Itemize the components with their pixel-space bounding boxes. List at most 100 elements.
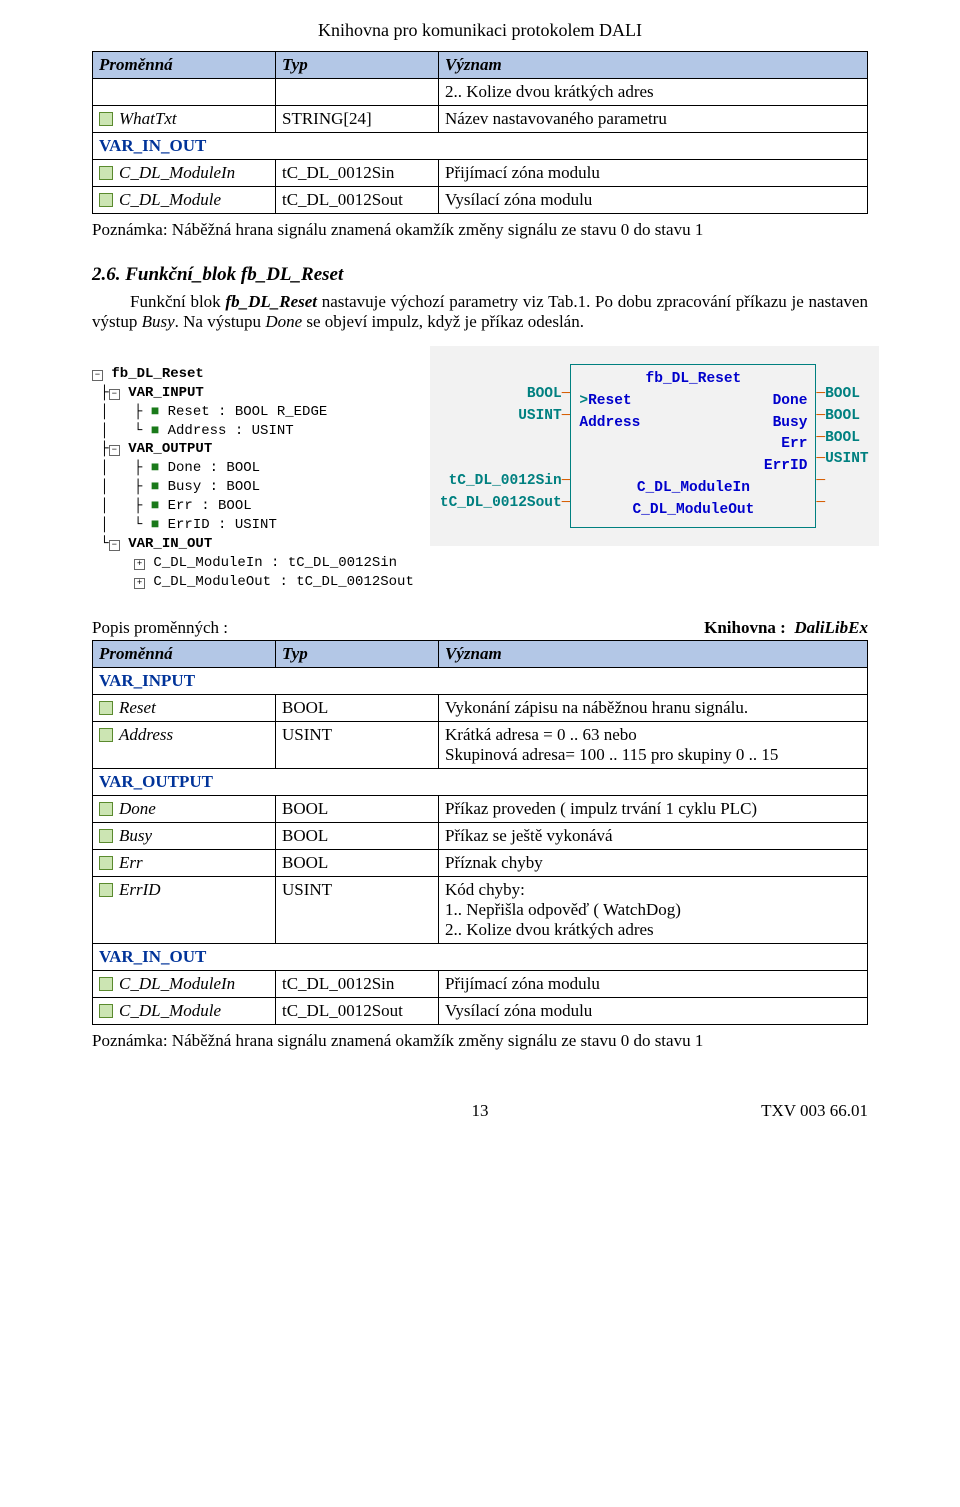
var-name: Done [119,799,156,818]
var-name: Err [119,853,143,872]
cell: C_DL_Module [93,187,276,214]
pin-name: ErrID [764,456,808,478]
tree-leaf: ■ [151,479,159,495]
var-icon [99,701,113,715]
pin-type: USINT [825,451,869,467]
section-var-input: VAR_INPUT [93,667,868,694]
pin-type: tC_DL_0012Sout [440,495,562,511]
cell: Kód chyby: 1.. Nepřišla odpověď ( WatchD… [439,876,868,943]
pin-name: C_DL_ModuleOut [632,500,754,522]
library-label: Knihovna : DaliLibEx [704,618,868,638]
section-var-in-out: VAR_IN_OUT [93,133,868,160]
tree-leaf: ■ [151,423,159,439]
pin-name: Address [579,413,640,435]
cell [276,79,439,106]
tree-item: C_DL_ModuleOut : tC_DL_0012Sout [153,574,413,590]
variables-table-main: Proměnná Typ Význam VAR_INPUT Reset BOOL… [92,640,868,1025]
pin-name: Err [781,434,807,456]
cell: USINT [276,876,439,943]
cell: tC_DL_0012Sout [276,997,439,1024]
var-name: C_DL_Module [119,190,221,209]
section-var-in-out: VAR_IN_OUT [93,943,868,970]
pin-name: Done [773,391,808,413]
th-promenna: Proměnná [93,640,276,667]
heading-2-6: 2.6. Funkční_blok fb_DL_Reset [92,264,868,286]
desc-label: Popis proměnných : [92,618,228,638]
var-name: C_DL_ModuleIn [119,163,235,182]
pin-type: BOOL [825,430,860,446]
tree-item: ErrID : USINT [168,517,277,533]
footer-left [92,1101,252,1121]
tree-leaf: ■ [151,498,159,514]
var-icon [99,856,113,870]
var-icon [99,728,113,742]
tree-leaf: ■ [151,404,159,420]
cell: Vysílací zóna modulu [439,997,868,1024]
cell: tC_DL_0012Sin [276,160,439,187]
cell: STRING[24] [276,106,439,133]
document-id: TXV 003 66.01 [708,1101,868,1121]
var-name: Reset [119,698,156,717]
var-name: WhatTxt [119,109,177,128]
cell: WhatTxt [93,106,276,133]
pin-name: Busy [773,413,808,435]
pin-name: C_DL_ModuleIn [637,478,750,500]
cell [93,79,276,106]
tree-view: − fb_DL_Reset ├− VAR_INPUT │ ├ ■ Reset :… [92,346,414,592]
cell: Příkaz proveden ( impulz trvání 1 cyklu … [439,795,868,822]
cell: BOOL [276,694,439,721]
th-typ: Typ [276,52,439,79]
tree-var-input: VAR_INPUT [128,385,204,401]
tree-item: Done : BOOL [168,460,260,476]
cell: C_DL_ModuleIn [93,160,276,187]
cell: BOOL [276,795,439,822]
cell: tC_DL_0012Sin [276,970,439,997]
fbd-diagram: BOOL─ USINT─ tC_DL_0012Sin─ tC_DL_0012So… [430,346,879,546]
note-top: Poznámka: Náběžná hrana signálu znamená … [92,220,868,240]
page-header: Knihovna pro komunikaci protokolem DALI [92,20,868,41]
var-icon [99,977,113,991]
pin-type: BOOL [825,386,860,402]
var-name: ErrID [119,880,161,899]
pin-type: tC_DL_0012Sin [449,473,562,489]
var-name: Address [119,725,173,744]
var-icon [99,802,113,816]
page-number: 13 [252,1101,708,1121]
cell: Přijímací zóna modulu [439,160,868,187]
cell: 2.. Kolize dvou krátkých adres [439,79,868,106]
var-name: Busy [119,826,152,845]
cell: BOOL [276,849,439,876]
tree-item: Busy : BOOL [168,479,260,495]
tree-var-output: VAR_OUTPUT [128,441,212,457]
cell: Příznak chyby [439,849,868,876]
tree-item: Address : USINT [168,423,294,439]
var-icon [99,829,113,843]
pin-type: BOOL [527,386,562,402]
cell: Krátká adresa = 0 .. 63 nebo Skupinová a… [439,721,868,768]
paragraph: Funkční blok fb_DL_Reset nastavuje výcho… [92,292,868,332]
th-vyznam: Význam [439,640,868,667]
th-promenna: Proměnná [93,52,276,79]
cell: BOOL [276,822,439,849]
tree-item: Reset : BOOL R_EDGE [168,404,328,420]
var-icon [99,883,113,897]
tree-item: C_DL_ModuleIn : tC_DL_0012Sin [153,555,397,571]
pin-type: USINT [518,408,562,424]
fbd-title: fb_DL_Reset [579,369,807,391]
th-typ: Typ [276,640,439,667]
tree-item: Err : BOOL [168,498,252,514]
section-var-output: VAR_OUTPUT [93,768,868,795]
var-icon [99,166,113,180]
cell: tC_DL_0012Sout [276,187,439,214]
var-name: C_DL_Module [119,1001,221,1020]
var-icon [99,112,113,126]
tree-root: fb_DL_Reset [111,366,203,382]
th-vyznam: Význam [439,52,868,79]
cell: Přijímací zóna modulu [439,970,868,997]
var-name: C_DL_ModuleIn [119,974,235,993]
pin-name: Reset [588,393,632,409]
variables-table-top: Proměnná Typ Význam 2.. Kolize dvou krát… [92,51,868,214]
cell: Vykonání zápisu na náběžnou hranu signál… [439,694,868,721]
cell: Vysílací zóna modulu [439,187,868,214]
tree-leaf: ■ [151,517,159,533]
